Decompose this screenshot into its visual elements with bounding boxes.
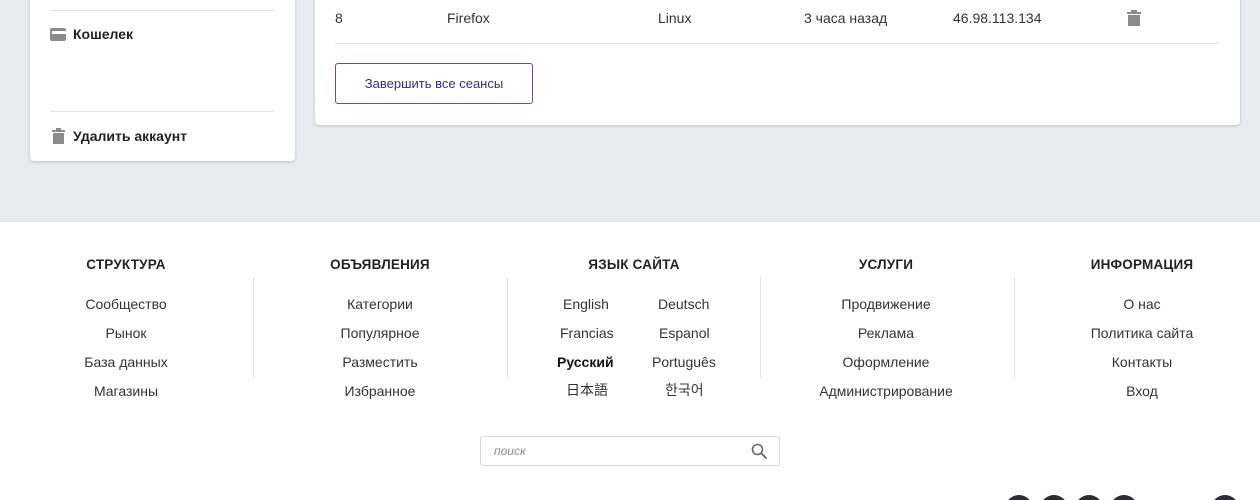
session-os: Linux — [658, 10, 692, 26]
account-sidebar: Кошелек Удалить аккаунт — [30, 0, 295, 161]
wallet-icon — [50, 26, 66, 42]
footer-column-structure: СТРУКТУРА Сообщество Рынок База данных М… — [46, 257, 206, 412]
footer-link-advertising[interactable]: Реклама — [806, 325, 966, 354]
footer-column-services: УСЛУГИ Продвижение Реклама Оформление Ад… — [806, 257, 966, 412]
footer-column-title: ИНФОРМАЦИЯ — [1090, 257, 1194, 272]
language-option-russian[interactable]: Русский — [557, 354, 614, 370]
session-ip: 46.98.113.134 — [953, 10, 1042, 26]
footer-search — [480, 436, 780, 466]
footer-link-about[interactable]: О нас — [1062, 296, 1222, 325]
footer-link-database[interactable]: База данных — [46, 354, 206, 383]
session-row: 8 Firefox Linux 3 часа назад 46.98.113.1… — [335, 0, 1219, 44]
footer-link-design[interactable]: Оформление — [806, 354, 966, 383]
delete-session-icon[interactable] — [1127, 10, 1141, 26]
footer-link-administration[interactable]: Администрирование — [806, 383, 966, 412]
footer-column-ads: ОБЪЯВЛЕНИЯ Категории Популярное Размести… — [300, 257, 460, 412]
language-option-espanol[interactable]: Espanol — [659, 325, 710, 341]
site-footer: СТРУКТУРА Сообщество Рынок База данных М… — [0, 222, 1260, 500]
social-link-icon[interactable] — [1075, 495, 1103, 500]
social-link-icon[interactable] — [1211, 495, 1239, 500]
footer-divider — [1014, 277, 1015, 378]
search-icon[interactable] — [751, 443, 767, 459]
footer-link-promotion[interactable]: Продвижение — [806, 296, 966, 325]
social-link-icon[interactable] — [1005, 495, 1033, 500]
language-option-deutsch[interactable]: Deutsch — [658, 296, 709, 312]
footer-column-info: ИНФОРМАЦИЯ О нас Политика сайта Контакты… — [1062, 257, 1222, 412]
social-link-icon[interactable] — [1110, 495, 1138, 500]
social-link-icon[interactable] — [1040, 495, 1068, 500]
language-option-japanese[interactable]: 日本語 — [566, 382, 608, 398]
footer-column-title: ЯЗЫК САЙТА — [588, 257, 680, 272]
trash-icon — [50, 128, 66, 144]
footer-column-title: СТРУКТУРА — [86, 257, 166, 272]
footer-divider — [760, 277, 761, 378]
session-time: 3 часа назад — [804, 10, 888, 26]
language-option-portuguese[interactable]: Português — [652, 354, 716, 370]
footer-link-categories[interactable]: Категории — [300, 296, 460, 325]
sidebar-item-label: Кошелек — [73, 26, 134, 42]
footer-link-favorites[interactable]: Избранное — [300, 383, 460, 412]
sidebar-divider — [50, 111, 274, 112]
footer-link-post[interactable]: Разместить — [300, 354, 460, 383]
footer-column-title: УСЛУГИ — [858, 257, 914, 272]
session-number: 8 — [335, 10, 343, 26]
sidebar-divider — [50, 10, 274, 11]
language-option-english[interactable]: English — [563, 296, 609, 312]
sidebar-item-label: Удалить аккаунт — [73, 128, 188, 144]
sessions-panel: 8 Firefox Linux 3 часа назад 46.98.113.1… — [315, 0, 1240, 125]
sidebar-item-wallet[interactable]: Кошелек — [50, 26, 133, 42]
footer-column-language: ЯЗЫК САЙТА — [554, 257, 714, 277]
footer-divider — [253, 277, 254, 378]
footer-link-login[interactable]: Вход — [1062, 383, 1222, 412]
end-all-sessions-button[interactable]: Завершить все сеансы — [335, 63, 533, 104]
language-option-francais[interactable]: Francias — [560, 325, 614, 341]
footer-divider — [507, 277, 508, 378]
content-area: Кошелек Удалить аккаунт 8 Firefox Linux … — [0, 0, 1260, 222]
footer-link-market[interactable]: Рынок — [46, 325, 206, 354]
session-browser: Firefox — [447, 10, 490, 26]
search-input[interactable] — [481, 437, 741, 465]
footer-column-title: ОБЪЯВЛЕНИЯ — [330, 257, 430, 272]
footer-link-popular[interactable]: Популярное — [300, 325, 460, 354]
footer-link-policy[interactable]: Политика сайта — [1062, 325, 1222, 354]
footer-link-contacts[interactable]: Контакты — [1062, 354, 1222, 383]
footer-link-community[interactable]: Сообщество — [46, 296, 206, 325]
footer-link-shops[interactable]: Магазины — [46, 383, 206, 412]
sidebar-item-delete-account[interactable]: Удалить аккаунт — [50, 128, 187, 144]
language-option-korean[interactable]: 한국어 — [665, 382, 704, 398]
